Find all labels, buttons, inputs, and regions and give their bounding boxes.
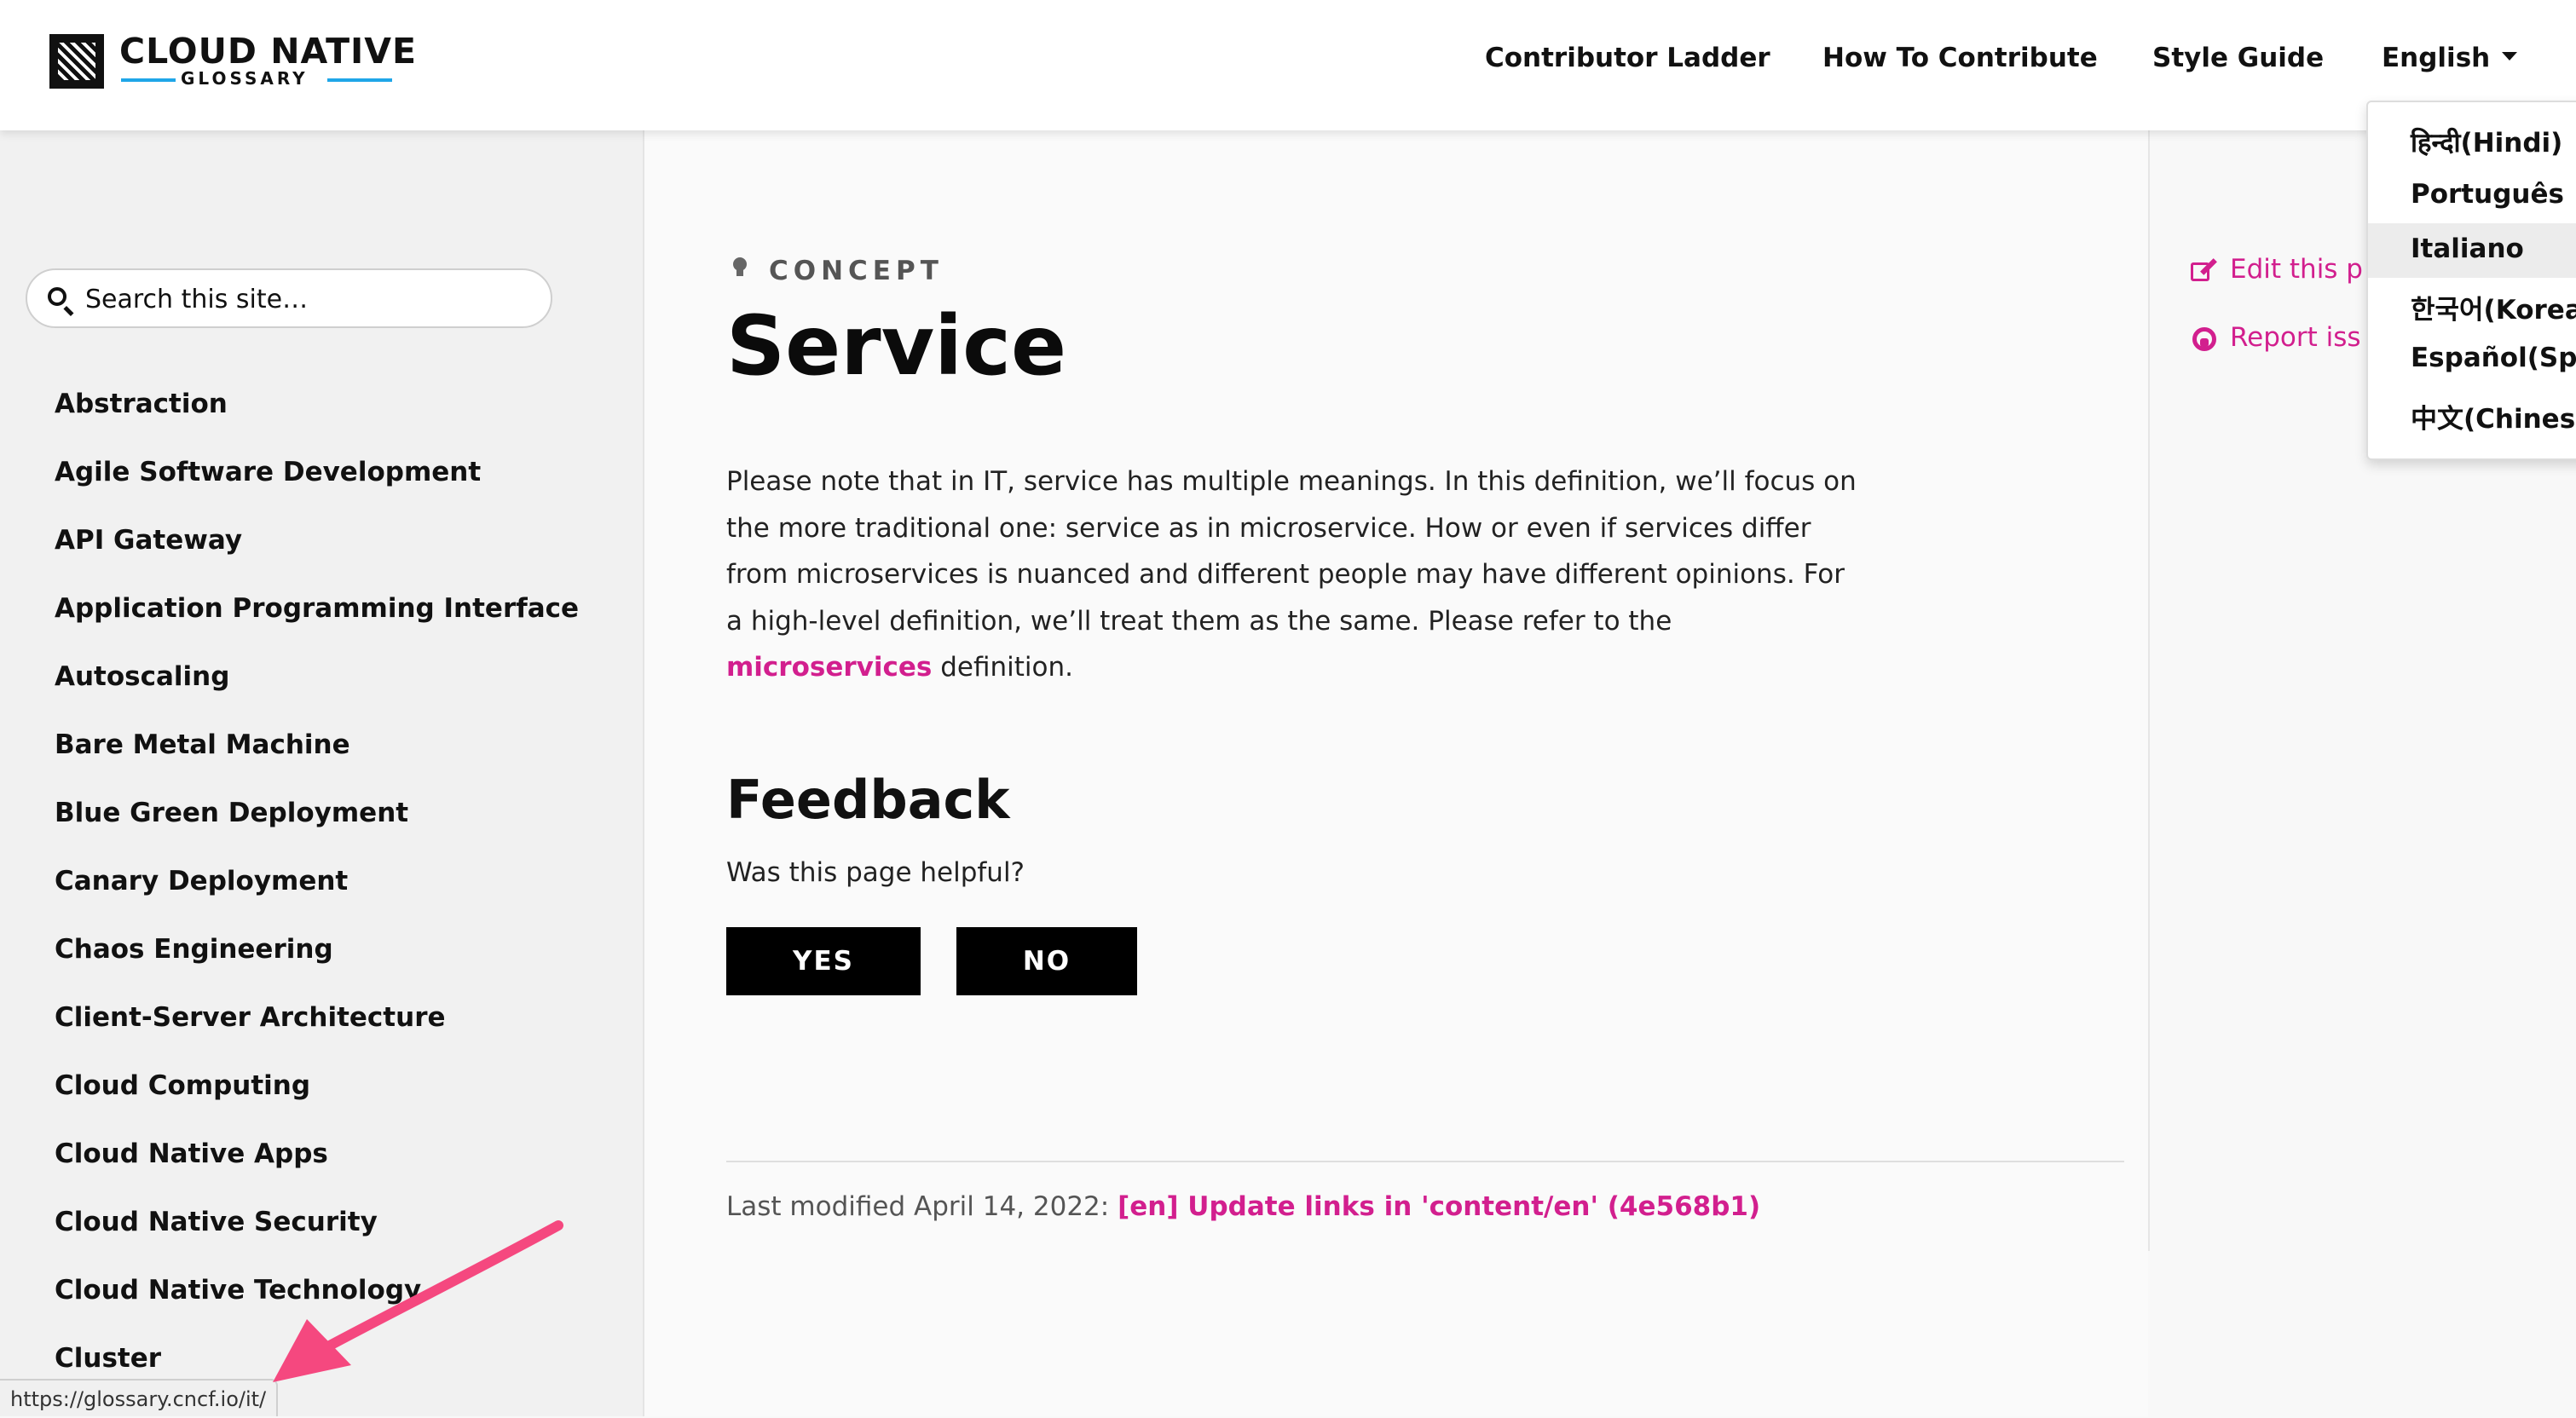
content-divider	[726, 1161, 2124, 1162]
sidebar-item-cloud-native-technology[interactable]: Cloud Native Technology	[55, 1275, 421, 1306]
logo-title: CLOUD NATIVE	[119, 31, 418, 72]
language-option-portuguese[interactable]: Português	[2368, 169, 2576, 223]
language-option-label: Italiano	[2411, 233, 2524, 264]
definition-text: Please note that in IT, service has mult…	[726, 466, 1857, 637]
sidebar-item-cloud-native-security[interactable]: Cloud Native Security	[55, 1207, 378, 1237]
sidebar-item-api-gateway[interactable]: API Gateway	[55, 525, 242, 556]
report-issue-link[interactable]: Report iss	[2230, 322, 2361, 353]
last-modified-text: Last modified April 14, 2022:	[726, 1191, 1118, 1222]
language-option-chinese[interactable]: 中文(Chinese	[2368, 387, 2576, 441]
sidebar-item-agile-software-development[interactable]: Agile Software Development	[55, 457, 481, 487]
feedback-title: Feedback	[726, 769, 1010, 831]
last-modified: Last modified April 14, 2022: [en] Updat…	[726, 1191, 1760, 1222]
sidebar-item-client-server-architecture[interactable]: Client-Server Architecture	[55, 1002, 446, 1033]
feedback-no-button[interactable]: NO	[956, 927, 1137, 995]
definition-paragraph: Please note that in IT, service has mult…	[726, 458, 1868, 691]
language-option-label: 한국어(Korean	[2411, 295, 2576, 326]
language-dropdown-menu: हिन्दी(Hindi) Português Italiano 한국어(Kor…	[2366, 101, 2576, 460]
sidebar-item-bare-metal-machine[interactable]: Bare Metal Machine	[55, 729, 350, 760]
sidebar-item-cloud-native-apps[interactable]: Cloud Native Apps	[55, 1138, 328, 1169]
microservices-link[interactable]: microservices	[726, 652, 932, 683]
feedback-question: Was this page helpful?	[726, 857, 1025, 888]
language-selector[interactable]: English	[2382, 43, 2518, 73]
github-icon	[2192, 327, 2216, 351]
language-option-label: 中文(Chinese	[2411, 404, 2576, 435]
sidebar-item-cloud-computing[interactable]: Cloud Computing	[55, 1070, 310, 1101]
page-category: CONCEPT	[769, 256, 944, 286]
nav-contributor-ladder[interactable]: Contributor Ladder	[1485, 43, 1770, 73]
language-option-label: Español(Spa	[2411, 343, 2576, 373]
logo-subtitle: GLOSSARY	[181, 68, 309, 89]
language-label: English	[2382, 43, 2491, 73]
right-column-divider	[2148, 130, 2150, 1251]
language-option-korean[interactable]: 한국어(Korean	[2368, 278, 2576, 332]
commit-link[interactable]: [en] Update links in 'content/en' (4e568…	[1118, 1191, 1760, 1222]
sidebar-item-abstraction[interactable]: Abstraction	[55, 389, 228, 419]
edit-this-page-link[interactable]: Edit this p	[2230, 254, 2363, 285]
sidebar-item-chaos-engineering[interactable]: Chaos Engineering	[55, 934, 333, 965]
edit-icon	[2191, 257, 2217, 283]
caret-down-icon	[2502, 51, 2518, 61]
definition-text-end: definition.	[932, 652, 1073, 683]
page-title: Service	[726, 298, 1067, 394]
logo-line-right	[327, 78, 392, 82]
language-option-label: हिन्दी(Hindi)	[2411, 128, 2563, 159]
site-logo[interactable]: CLOUD NATIVE GLOSSARY	[49, 31, 416, 92]
site-search[interactable]	[26, 268, 552, 328]
sidebar-item-cluster[interactable]: Cluster	[55, 1343, 161, 1374]
search-input[interactable]	[84, 281, 530, 317]
feedback-yes-button[interactable]: YES	[726, 927, 921, 995]
search-icon	[48, 287, 66, 306]
language-option-spanish[interactable]: Español(Spa	[2368, 332, 2576, 387]
logo-line-left	[121, 78, 176, 82]
sidebar-item-canary-deployment[interactable]: Canary Deployment	[55, 866, 348, 896]
lightbulb-icon	[731, 257, 748, 276]
sidebar-item-application-programming-interface[interactable]: Application Programming Interface	[55, 593, 579, 624]
browser-status-bar: https://glossary.cncf.io/it/	[0, 1379, 279, 1416]
language-option-label: Português	[2411, 179, 2564, 210]
sidebar-item-autoscaling[interactable]: Autoscaling	[55, 661, 229, 692]
language-option-italian[interactable]: Italiano	[2368, 223, 2576, 278]
nav-how-to-contribute[interactable]: How To Contribute	[1822, 43, 2098, 73]
language-option-hindi[interactable]: हिन्दी(Hindi)	[2368, 114, 2576, 169]
nav-style-guide[interactable]: Style Guide	[2152, 43, 2324, 73]
cncf-logo-icon	[49, 34, 104, 89]
sidebar-item-blue-green-deployment[interactable]: Blue Green Deployment	[55, 798, 408, 828]
site-header: CLOUD NATIVE GLOSSARY Contributor Ladder…	[0, 0, 2576, 130]
